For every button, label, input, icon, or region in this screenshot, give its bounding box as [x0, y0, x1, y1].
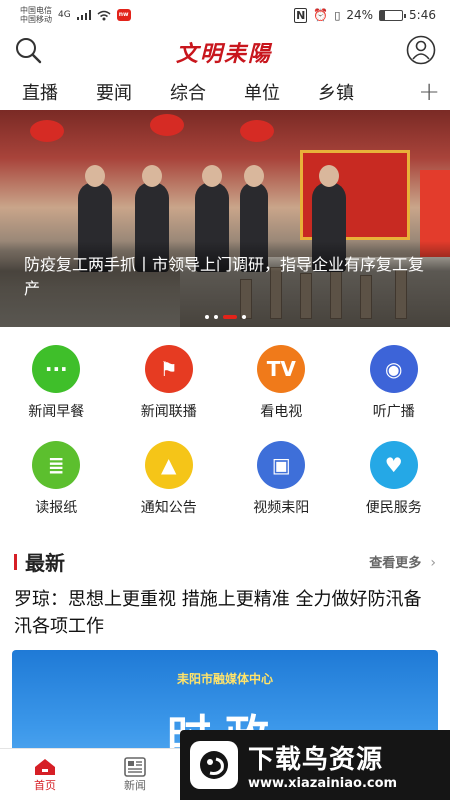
message-icon: ···: [32, 345, 81, 393]
watermark-title: 下载鸟资源: [248, 745, 384, 775]
watermark-url: www.xiazainiao.com: [248, 776, 398, 791]
flag-icon: ⚑: [144, 345, 193, 393]
grid-item[interactable]: ··· 新闻早餐: [0, 345, 113, 421]
user-icon[interactable]: [406, 35, 436, 69]
nav-home[interactable]: 首页: [0, 749, 90, 800]
carrier-2: 中国移动: [20, 15, 52, 24]
book-icon: ▣: [257, 441, 306, 489]
tab-item[interactable]: 要闻: [96, 79, 132, 105]
person-head: [202, 165, 222, 187]
tab-item[interactable]: 直播: [22, 79, 58, 105]
app-logo: 文明耒陽: [175, 41, 272, 67]
lantern-decoration: [240, 120, 274, 142]
tab-item[interactable]: 乡镇: [318, 79, 354, 105]
grid-item[interactable]: ≣ 读报纸: [0, 441, 113, 517]
status-right: N ⏰ ▯ 24% 5:46: [294, 7, 436, 23]
status-left: 中国电信 中国移动 4G nw: [20, 6, 131, 24]
newspaper-icon: ≣: [32, 441, 81, 489]
carousel-dot[interactable]: [241, 315, 246, 319]
person-head: [142, 165, 162, 187]
status-time: 5:46: [409, 8, 436, 22]
tab-item[interactable]: 综合: [170, 79, 206, 105]
carrier-names: 中国电信 中国移动: [20, 6, 52, 24]
carousel-indicator: [0, 315, 450, 319]
latest-title: 最新: [25, 551, 65, 575]
tab-item[interactable]: 单位: [244, 79, 280, 105]
banner-carousel[interactable]: 防疫复工两手抓丨市领导上门调研，指导企业有序复工复产: [0, 110, 450, 327]
person-head: [85, 165, 105, 187]
nav-news[interactable]: 新闻: [90, 749, 180, 800]
radio-icon: ◉: [369, 345, 418, 393]
latest-section-header: 最新 查看更多 ›: [0, 547, 450, 576]
watermark-banner: 下载鸟资源 www.xiazainiao.com: [180, 730, 450, 800]
nav-home-label: 首页: [34, 778, 56, 792]
nfc-icon: N: [294, 7, 308, 23]
view-more-label: 查看更多: [369, 556, 422, 571]
add-channel-icon[interactable]: +: [418, 77, 440, 107]
carousel-dot[interactable]: [204, 315, 209, 319]
battery-icon: [379, 9, 407, 21]
view-more-link[interactable]: 查看更多 ›: [369, 552, 436, 571]
section-title: 最新: [14, 547, 65, 576]
heart-icon: ♥: [369, 441, 418, 489]
carrier-1: 中国电信: [20, 6, 52, 15]
grid-item[interactable]: TV 看电视: [225, 345, 338, 421]
lantern-decoration: [150, 114, 184, 136]
tv-icon: TV: [257, 345, 306, 393]
grid-item[interactable]: ▣ 视频耒阳: [225, 441, 338, 517]
status-bar: 中国电信 中国移动 4G nw N ⏰ ▯ 24% 5:46: [0, 0, 450, 30]
grid-item-label: 新闻联播: [140, 404, 197, 420]
grid-item[interactable]: ◉ 听广播: [338, 345, 450, 421]
wifi-icon: [97, 10, 111, 20]
news-icon: [124, 756, 146, 777]
grid-item-label: 新闻早餐: [28, 404, 85, 420]
app-notification-icon: nw: [116, 9, 131, 21]
carousel-dot[interactable]: [222, 315, 237, 319]
channel-tabs: 直播 要闻 综合 单位 乡镇 +: [0, 74, 450, 110]
grid-item-label: 通知公告: [140, 500, 197, 516]
grid-item-label: 读报纸: [35, 500, 78, 516]
battery-percent: 24%: [346, 8, 374, 22]
signal-icon: [76, 10, 91, 20]
lantern-decoration: [30, 120, 64, 142]
graduation-cap-icon: ▲: [144, 441, 193, 489]
alarm-icon: ⏰: [313, 8, 329, 22]
watermark-text: 下载鸟资源 www.xiazainiao.com: [248, 739, 397, 791]
signal-label: 4G: [58, 10, 71, 20]
battery-level: [380, 10, 386, 20]
article-title[interactable]: 罗琼：思想上更重视 措施上更精准 全力做好防汛备汛各项工作: [0, 586, 450, 640]
thumbnail-org-label: 耒阳市融媒体中心: [176, 672, 273, 686]
grid-item[interactable]: ⚑ 新闻联播: [113, 345, 226, 421]
grid-item-label: 听广播: [372, 404, 415, 420]
bird-logo-icon: [190, 741, 238, 789]
chevron-right-icon: ›: [430, 555, 436, 571]
app-header: 文明耒陽: [0, 30, 450, 74]
person-head: [244, 165, 264, 187]
grid-item[interactable]: ♥ 便民服务: [338, 441, 450, 517]
person-head: [319, 165, 339, 187]
grid-item[interactable]: ▲ 通知公告: [113, 441, 226, 517]
home-icon: [35, 758, 55, 775]
grid-item-label: 看电视: [260, 404, 303, 420]
grid-item-label: 视频耒阳: [253, 500, 310, 516]
carousel-dot[interactable]: [213, 315, 218, 319]
nav-news-label: 新闻: [124, 778, 146, 792]
feature-grid: ··· 新闻早餐 ⚑ 新闻联播 TV 看电视 ◉ 听广播 ≣ 读报纸 ▲ 通知公告 ▣ 视频耒阳 ♥ 便民服务: [0, 327, 450, 517]
grid-item-label: 便民服务: [365, 500, 422, 516]
section-accent-bar: [14, 553, 17, 570]
search-icon[interactable]: [14, 36, 42, 68]
vibrate-icon: ▯: [334, 8, 341, 22]
